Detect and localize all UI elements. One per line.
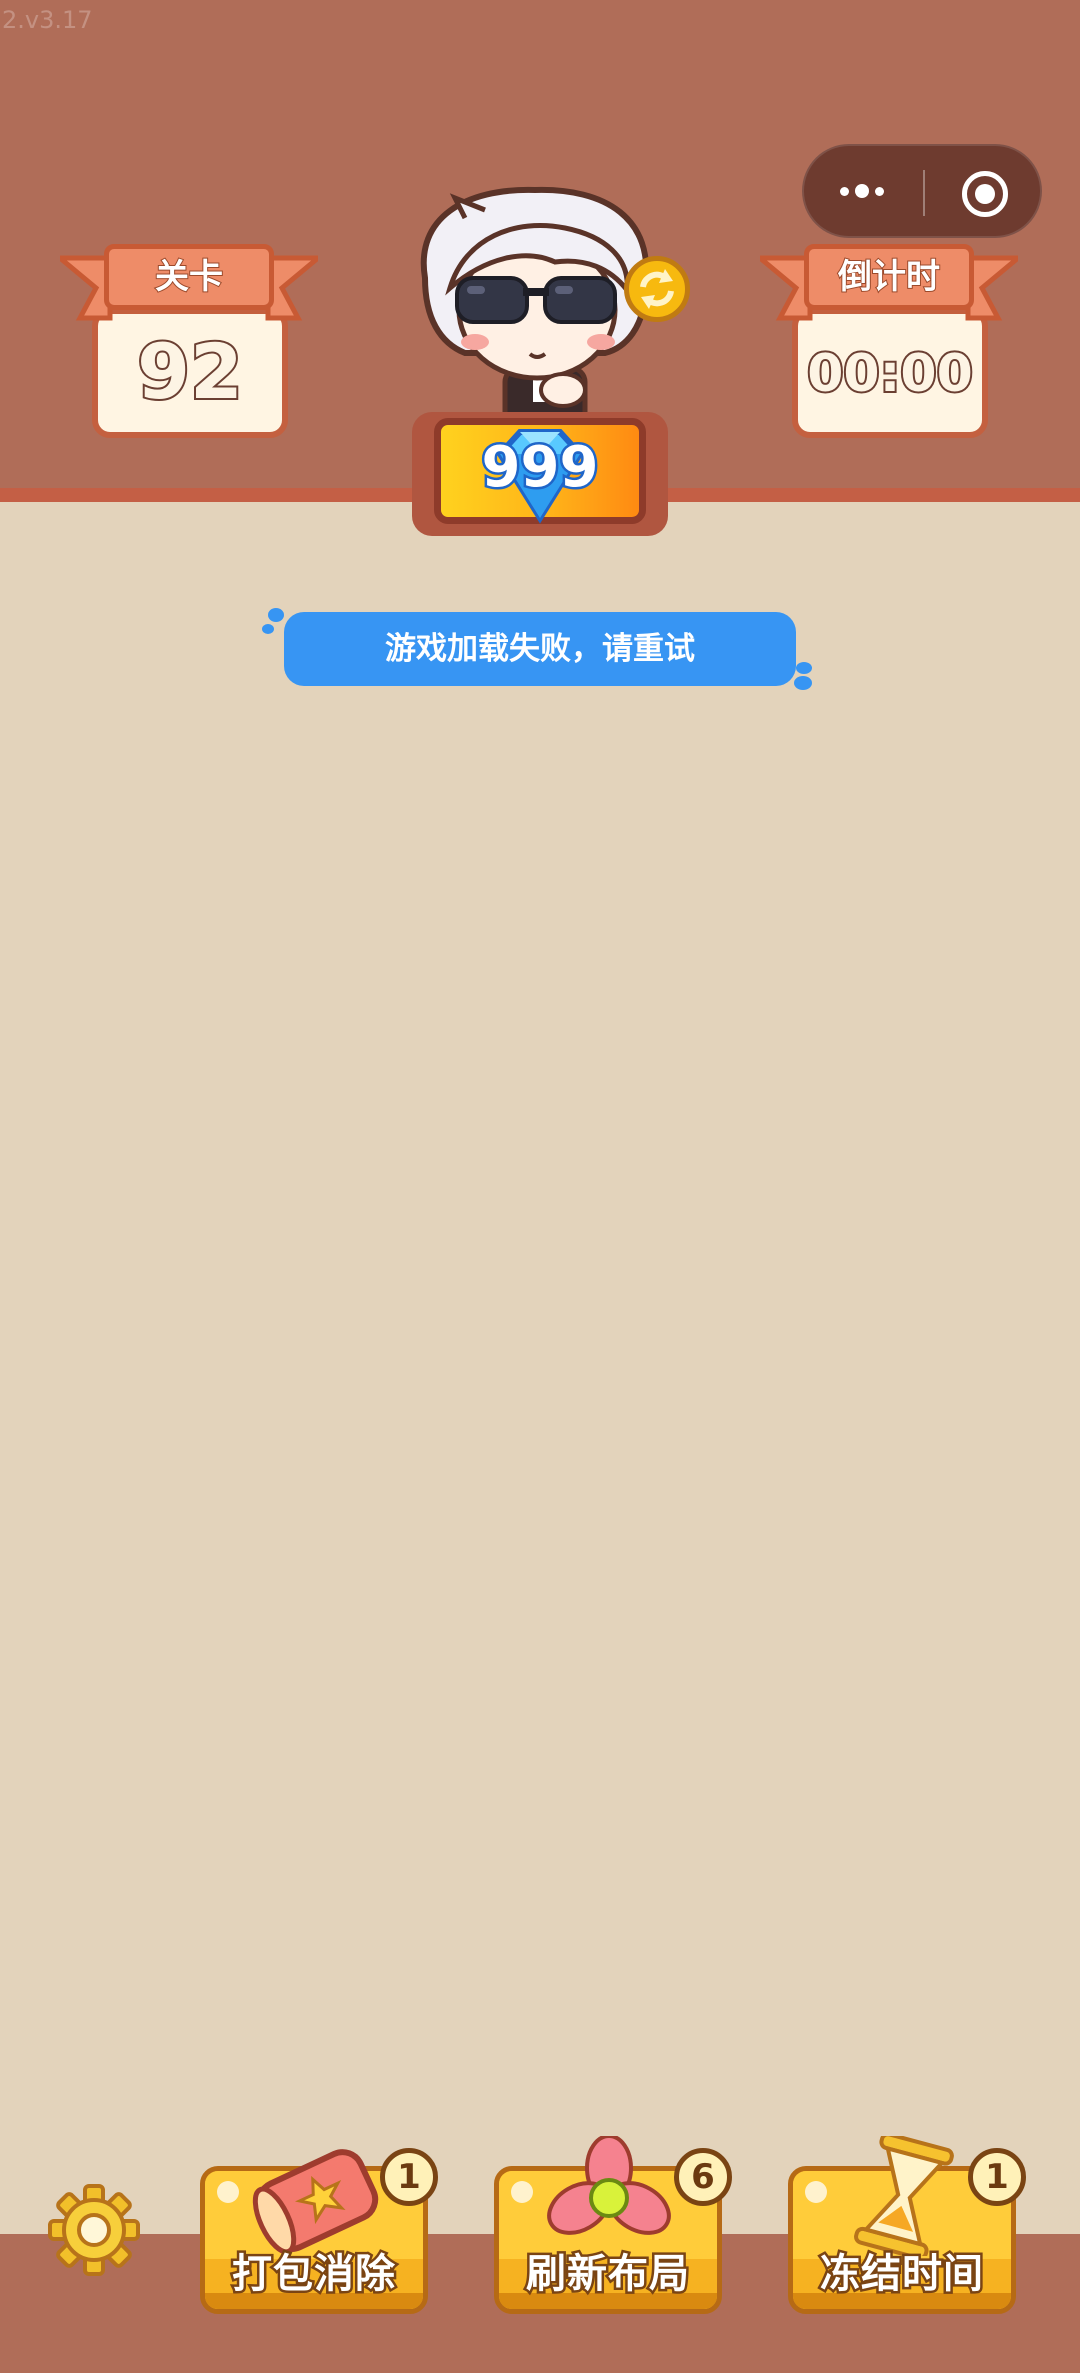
pinwheel-icon bbox=[547, 2136, 671, 2235]
tool-refresh-layout-count: 6 bbox=[674, 2148, 732, 2206]
tool-pack-clear-button[interactable]: 打包消除 1 bbox=[200, 2148, 438, 2314]
toast-bubble-icon bbox=[794, 676, 812, 690]
level-label: 关卡 bbox=[104, 244, 274, 310]
tool-refresh-layout-label: 刷新布局 bbox=[524, 2249, 692, 2300]
version-label: 2.v3.17 bbox=[2, 6, 93, 34]
more-dot-icon bbox=[875, 187, 884, 196]
more-menu-button[interactable] bbox=[804, 146, 922, 236]
countdown-value: 00:00 bbox=[805, 344, 975, 404]
more-dot-icon bbox=[855, 184, 869, 198]
switch-avatar-button[interactable] bbox=[624, 256, 690, 322]
refresh-icon bbox=[640, 269, 674, 309]
gear-icon bbox=[48, 2184, 140, 2276]
tool-freeze-time-button[interactable]: 冻结时间 1 bbox=[788, 2136, 1026, 2314]
tool-pack-clear-count: 1 bbox=[380, 2148, 438, 2206]
error-toast: 游戏加载失败，请重试 bbox=[284, 612, 796, 686]
mini-program-capsule bbox=[802, 144, 1042, 238]
tool-pack-clear-label: 打包消除 bbox=[230, 2249, 398, 2300]
tool-refresh-layout-button[interactable]: 刷新布局 6 bbox=[494, 2136, 732, 2314]
level-value: 92 bbox=[135, 327, 245, 416]
toast-bubble-icon bbox=[796, 662, 812, 674]
countdown-label: 倒计时 bbox=[804, 244, 974, 310]
tool-freeze-time-count: 1 bbox=[968, 2148, 1026, 2206]
gem-count: 999 bbox=[479, 433, 601, 502]
close-mini-program-button[interactable] bbox=[924, 146, 1042, 236]
countdown-ribbon: 倒计时 bbox=[760, 240, 1018, 330]
tool-freeze-time-label: 冻结时间 bbox=[818, 2249, 986, 2300]
settings-button[interactable] bbox=[48, 2184, 140, 2276]
package-icon bbox=[252, 2149, 379, 2255]
toast-bubble-icon bbox=[262, 624, 274, 634]
toast-bubble-icon bbox=[268, 608, 284, 622]
more-dot-icon bbox=[840, 187, 849, 196]
target-icon-center bbox=[975, 184, 995, 204]
level-ribbon: 关卡 bbox=[60, 240, 318, 330]
hourglass-icon bbox=[854, 2136, 954, 2256]
